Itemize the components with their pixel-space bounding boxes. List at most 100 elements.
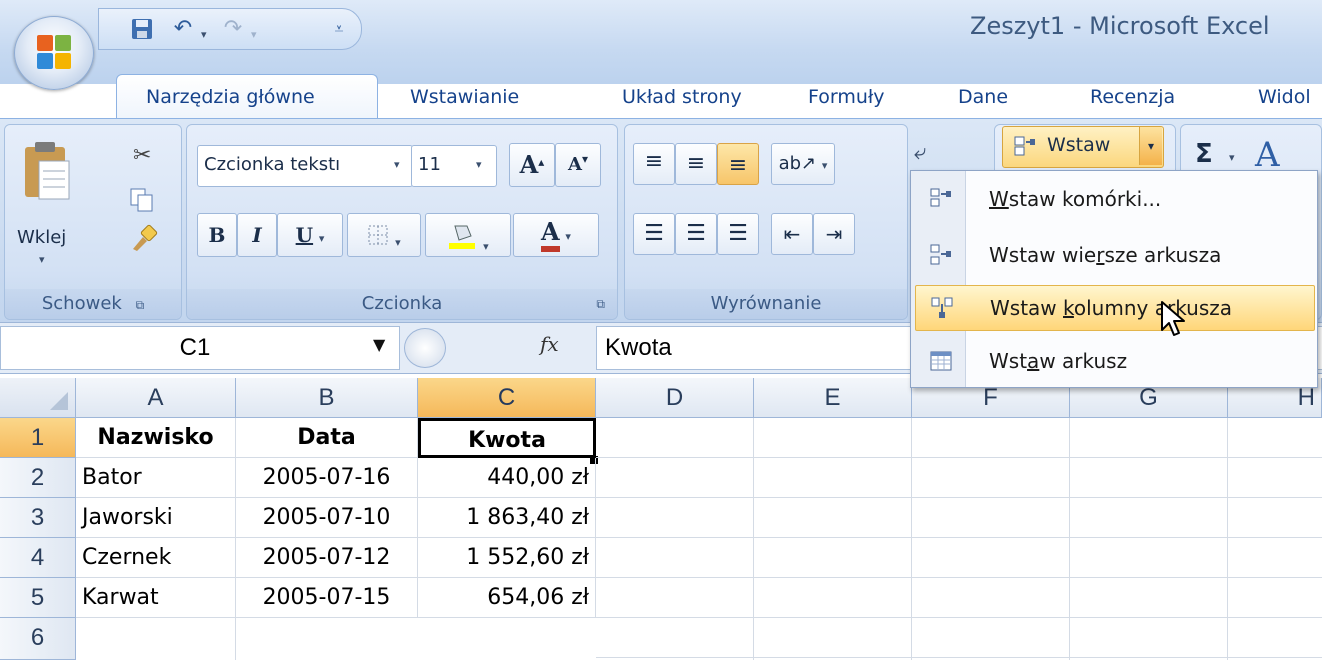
insert-function-icon[interactable]: fx xyxy=(540,332,559,356)
shrink-font-button[interactable]: A▾ xyxy=(555,143,601,187)
copy-icon[interactable] xyxy=(129,187,155,213)
borders-button[interactable]: ▾ xyxy=(347,213,421,257)
insert-dropdown-icon[interactable]: ▾ xyxy=(1139,127,1162,165)
row-header[interactable]: 2 xyxy=(0,458,76,498)
redo-icon[interactable]: ↷ xyxy=(219,17,247,41)
alignment-group-label: Wyrównanie xyxy=(625,289,907,319)
font-name-dropdown-icon[interactable]: ▾ xyxy=(394,158,400,171)
sort-filter-icon[interactable]: A xyxy=(1255,135,1280,175)
increase-indent-button[interactable]: ⇥ xyxy=(813,213,855,255)
align-middle-button[interactable]: ≡ xyxy=(675,143,717,185)
orientation-button[interactable]: ab↗ ▾ xyxy=(771,143,835,185)
table-cell-c2[interactable]: 440,00 zł xyxy=(418,458,596,498)
fill-color-dropdown-icon[interactable]: ▾ xyxy=(483,240,489,253)
shrink-font-icon: A xyxy=(568,154,582,175)
table-cell-c3[interactable]: 1 863,40 zł xyxy=(418,498,596,538)
fill-color-button[interactable]: ▾ xyxy=(425,213,511,257)
font-name-combo[interactable]: Czcionka tekstı ▾ xyxy=(197,145,413,187)
row-header[interactable]: 6 xyxy=(0,618,76,660)
borders-dropdown-icon[interactable]: ▾ xyxy=(395,236,401,249)
underline-icon: U xyxy=(295,223,314,247)
dialog-launcher-icon[interactable]: ⧉ xyxy=(596,289,605,319)
align-right-button[interactable]: ☰ xyxy=(717,213,759,255)
font-name-value: Czcionka tekstı xyxy=(204,154,341,175)
window-title: Zeszyt1 - Microsoft Excel xyxy=(970,12,1270,40)
select-all-button[interactable] xyxy=(0,378,76,418)
align-left-button[interactable]: ☰ xyxy=(633,213,675,255)
italic-button[interactable]: I xyxy=(237,213,277,257)
table-cell-b1[interactable]: Data xyxy=(236,418,418,458)
autosum-icon[interactable]: Σ xyxy=(1195,139,1213,169)
office-button[interactable] xyxy=(14,16,94,90)
cut-icon[interactable]: ✂ xyxy=(133,143,151,168)
select-all-icon xyxy=(50,392,68,410)
italic-icon: I xyxy=(252,223,262,247)
row-header[interactable]: 3 xyxy=(0,498,76,538)
table-cell-a1[interactable]: Nazwisko xyxy=(76,418,236,458)
format-painter-icon[interactable] xyxy=(129,223,159,253)
undo-icon[interactable]: ↶ xyxy=(169,17,197,41)
empty-row-6[interactable] xyxy=(76,618,596,660)
row-header[interactable]: 4 xyxy=(0,538,76,578)
column-header-e[interactable]: E xyxy=(754,378,912,418)
orientation-icon: ab↗ xyxy=(778,153,817,174)
menu-item-insert-columns[interactable]: Wstaw kolumny arkusza xyxy=(915,285,1315,331)
table-cell-a2[interactable]: Bator xyxy=(76,458,236,498)
active-cell-c1[interactable]: Kwota xyxy=(418,418,596,458)
autosum-dropdown-icon[interactable]: ▾ xyxy=(1229,151,1235,164)
column-header-d[interactable]: D xyxy=(596,378,754,418)
empty-cells[interactable] xyxy=(596,418,1322,660)
menu-item-insert-rows[interactable]: Wstaw wiersze arkusza xyxy=(915,233,1313,277)
name-box[interactable]: C1 ▼ xyxy=(0,326,400,370)
formula-bar-expander[interactable] xyxy=(404,328,446,368)
grow-font-button[interactable]: A▴ xyxy=(509,143,555,187)
table-cell-a4[interactable]: Czernek xyxy=(76,538,236,578)
align-top-icon: ≡ xyxy=(644,149,664,174)
column-header-a[interactable]: A xyxy=(76,378,236,418)
undo-dropdown-icon[interactable]: ▾ xyxy=(201,23,207,47)
tab-formulas[interactable]: Formuły xyxy=(808,86,885,108)
tab-data[interactable]: Dane xyxy=(958,86,1008,108)
save-icon[interactable] xyxy=(129,17,155,41)
table-cell-b4[interactable]: 2005-07-12 xyxy=(236,538,418,578)
table-cell-b3[interactable]: 2005-07-10 xyxy=(236,498,418,538)
align-center-button[interactable]: ☰ xyxy=(675,213,717,255)
column-header-c[interactable]: C xyxy=(418,378,596,418)
tab-home[interactable]: Narzędzia główne xyxy=(146,86,315,108)
menu-item-insert-cells[interactable]: Wstaw komórki... xyxy=(915,177,1313,221)
insert-cells-split-button[interactable]: Wstaw ▾ xyxy=(1002,126,1164,168)
font-color-button[interactable]: A ▾ xyxy=(513,213,599,257)
row-header[interactable]: 5 xyxy=(0,578,76,618)
paste-button[interactable]: Wklej ▾ xyxy=(17,135,77,275)
decrease-indent-button[interactable]: ⇤ xyxy=(771,213,813,255)
tab-page-layout[interactable]: Układ strony xyxy=(622,86,742,108)
font-size-combo[interactable]: 11 ▾ xyxy=(411,145,497,187)
bold-button[interactable]: B xyxy=(197,213,237,257)
font-color-dropdown-icon[interactable]: ▾ xyxy=(565,230,571,243)
font-size-dropdown-icon[interactable]: ▾ xyxy=(476,158,482,171)
align-top-button[interactable]: ≡ xyxy=(633,143,675,185)
row-header[interactable]: 1 xyxy=(0,418,76,458)
wrap-text-icon[interactable]: ⤶ xyxy=(914,140,926,165)
menu-item-insert-sheet[interactable]: Wstaw arkusz xyxy=(915,339,1313,383)
redo-dropdown-icon[interactable]: ▾ xyxy=(251,23,257,47)
dialog-launcher-icon[interactable]: ⧉ xyxy=(136,298,145,312)
orientation-dropdown-icon[interactable]: ▾ xyxy=(822,159,828,172)
table-cell-a5[interactable]: Karwat xyxy=(76,578,236,618)
table-cell-b2[interactable]: 2005-07-16 xyxy=(236,458,418,498)
customize-arrow-icon[interactable]: ⩡ xyxy=(329,17,349,41)
name-box-dropdown-icon[interactable]: ▼ xyxy=(373,335,385,354)
table-cell-c4[interactable]: 1 552,60 zł xyxy=(418,538,596,578)
tab-view[interactable]: Widol xyxy=(1258,86,1311,108)
clipboard-group: Wklej ▾ ✂ Schowek ⧉ xyxy=(4,124,182,320)
table-cell-a3[interactable]: Jaworski xyxy=(76,498,236,538)
table-cell-b5[interactable]: 2005-07-15 xyxy=(236,578,418,618)
tab-review[interactable]: Recenzja xyxy=(1090,86,1175,108)
underline-dropdown-icon[interactable]: ▾ xyxy=(319,232,325,245)
underline-button[interactable]: U ▾ xyxy=(277,213,343,257)
align-bottom-button[interactable]: ≡ xyxy=(717,143,759,185)
tab-insert[interactable]: Wstawianie xyxy=(410,86,519,108)
table-cell-c5[interactable]: 654,06 zł xyxy=(418,578,596,618)
column-header-b[interactable]: B xyxy=(236,378,418,418)
insert-cells-icon xyxy=(1014,136,1035,156)
